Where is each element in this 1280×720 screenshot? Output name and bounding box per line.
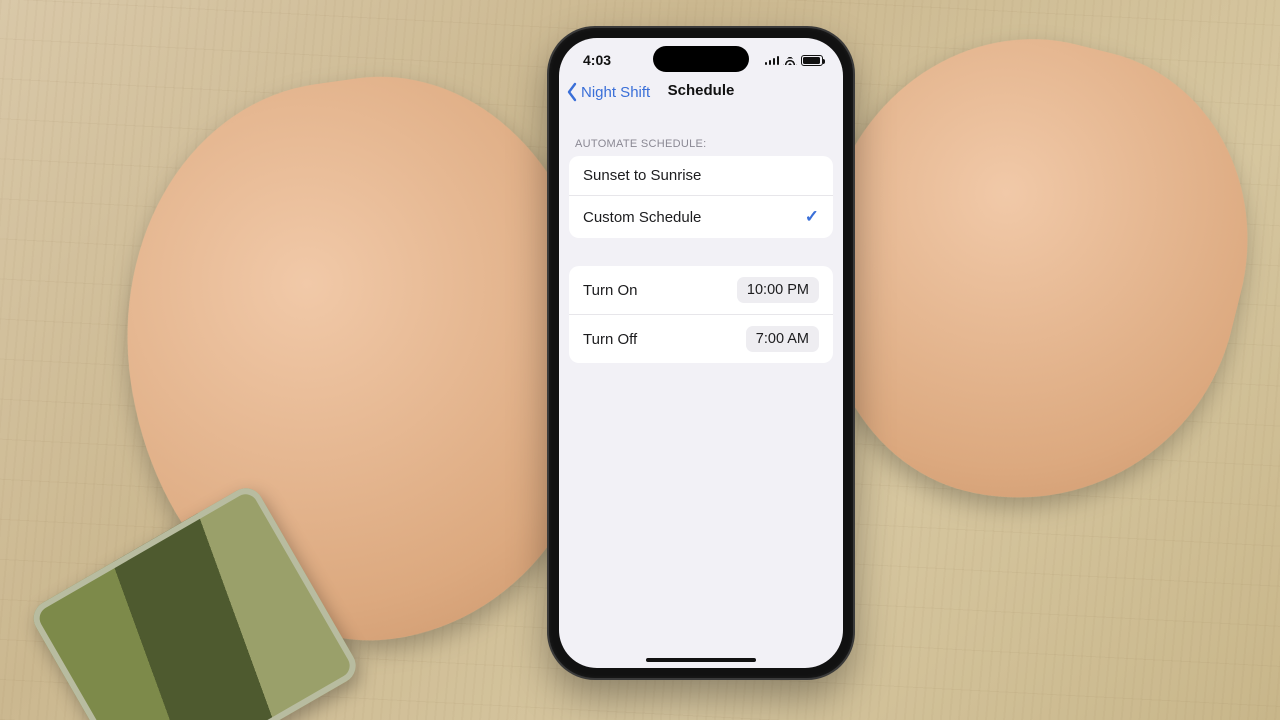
back-label: Night Shift bbox=[581, 84, 650, 101]
checkmark-icon: ✓ bbox=[805, 207, 819, 227]
navigation-bar: Night Shift Schedule bbox=[559, 82, 843, 116]
option-sunset-to-sunrise[interactable]: Sunset to Sunrise bbox=[569, 156, 833, 195]
turn-on-time[interactable]: 10:00 PM bbox=[737, 277, 819, 303]
battery-icon bbox=[801, 55, 823, 66]
chevron-left-icon bbox=[565, 82, 579, 102]
phone-frame: 4:03 Night Shift Schedule AUTOMATE SCHED… bbox=[549, 28, 853, 678]
back-button[interactable]: Night Shift bbox=[559, 82, 650, 102]
option-custom-schedule[interactable]: Custom Schedule ✓ bbox=[569, 195, 833, 238]
section-header-automate: AUTOMATE SCHEDULE: bbox=[559, 116, 843, 156]
dynamic-island bbox=[653, 46, 749, 72]
phone-screen: 4:03 Night Shift Schedule AUTOMATE SCHED… bbox=[559, 38, 843, 668]
cellular-signal-icon bbox=[765, 55, 780, 65]
home-indicator[interactable] bbox=[646, 658, 756, 662]
option-label: Custom Schedule bbox=[583, 209, 701, 226]
row-turn-on[interactable]: Turn On 10:00 PM bbox=[569, 266, 833, 314]
row-label: Turn On bbox=[583, 282, 637, 299]
row-label: Turn Off bbox=[583, 331, 637, 348]
schedule-options-group: Sunset to Sunrise Custom Schedule ✓ bbox=[569, 156, 833, 238]
option-label: Sunset to Sunrise bbox=[583, 167, 701, 184]
wifi-icon bbox=[783, 55, 797, 65]
status-time: 4:03 bbox=[583, 52, 611, 68]
turn-off-time[interactable]: 7:00 AM bbox=[746, 326, 819, 352]
row-turn-off[interactable]: Turn Off 7:00 AM bbox=[569, 314, 833, 363]
time-group: Turn On 10:00 PM Turn Off 7:00 AM bbox=[569, 266, 833, 363]
